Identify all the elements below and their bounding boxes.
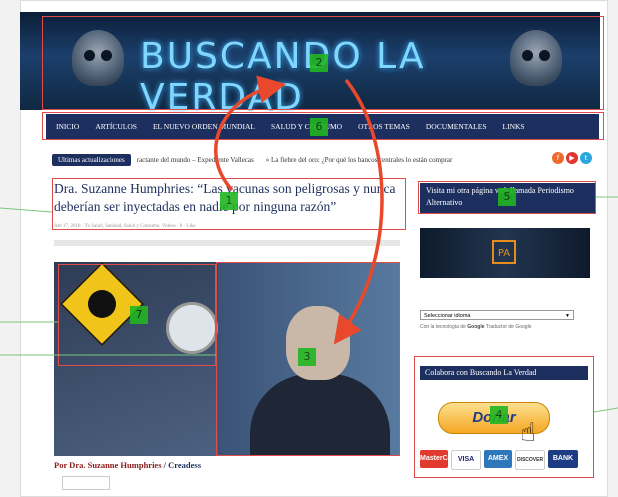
author-name: Por Dra. Suzanne Humphries — [54, 460, 162, 470]
facebook-icon[interactable]: f — [552, 152, 564, 164]
article-author: Por Dra. Suzanne Humphries / Creadess — [54, 460, 201, 470]
annotation-tag-1: 1 — [220, 192, 238, 210]
annotation-tag-6: 6 — [310, 118, 328, 136]
language-select-value: Seleccionar idioma — [424, 313, 471, 319]
ticker-label: Ultimas actualizaciones — [52, 154, 131, 166]
author-source-link[interactable]: Creadess — [168, 460, 201, 470]
author-box — [62, 476, 110, 490]
annotation-tag-4: 4 — [490, 406, 508, 424]
periodismo-alternativo-logo[interactable]: PA — [420, 228, 590, 278]
twitter-icon[interactable]: t — [580, 152, 592, 164]
annotation-tag-2: 2 — [310, 54, 328, 72]
news-ticker: Ultimas actualizaciones ractante del mun… — [52, 152, 464, 168]
language-select[interactable]: Seleccionar idioma ▼ — [420, 310, 574, 320]
translate-credit: Con la tecnología de Google Traductor de… — [420, 324, 531, 330]
translate-credit-suffix[interactable]: Traductor de Google — [485, 324, 532, 330]
pa-logo-icon: PA — [492, 240, 516, 264]
article-meta-bar — [54, 240, 400, 246]
annotation-tag-7: 7 — [130, 306, 148, 324]
translate-credit-prefix: Con la tecnología de — [420, 324, 468, 330]
ticker-item[interactable]: » La fiebre del oro: ¿Por qué los bancos… — [266, 156, 453, 164]
google-logo: Google — [467, 324, 485, 330]
ticker-item[interactable]: ractante del mundo – Expediente Vallecas — [137, 156, 254, 164]
annotation-tag-5: 5 — [498, 188, 516, 206]
youtube-icon[interactable]: ▶ — [566, 152, 578, 164]
chevron-down-icon: ▼ — [565, 313, 570, 319]
annotation-tag-3: 3 — [298, 348, 316, 366]
